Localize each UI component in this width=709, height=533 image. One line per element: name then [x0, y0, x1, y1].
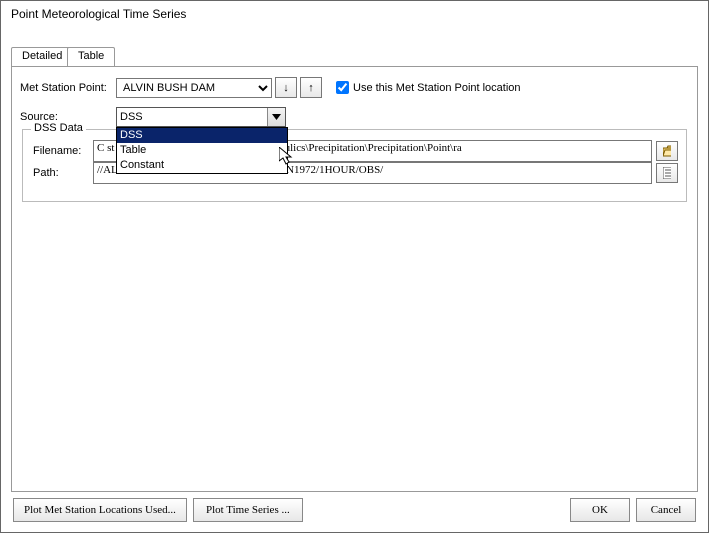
source-select-list[interactable]: DSS Table Constant: [116, 127, 288, 174]
source-select-button[interactable]: [267, 108, 285, 126]
ok-button[interactable]: OK: [570, 498, 630, 522]
dialog-button-bar: Plot Met Station Locations Used... Plot …: [11, 492, 698, 524]
cancel-button[interactable]: Cancel: [636, 498, 696, 522]
button-bar-spacer: [309, 498, 564, 522]
plot-time-series-button[interactable]: Plot Time Series ...: [193, 498, 303, 522]
source-option-dss[interactable]: DSS: [117, 128, 287, 143]
use-location-label: Use this Met Station Point location: [353, 82, 521, 94]
filename-label: Filename:: [33, 145, 93, 157]
station-point-label: Met Station Point:: [20, 82, 116, 94]
station-point-select[interactable]: ALVIN BUSH DAM: [116, 78, 272, 98]
client-area: Detailed Table Met Station Point: ALVIN …: [1, 47, 708, 532]
plot-locations-button[interactable]: Plot Met Station Locations Used...: [13, 498, 187, 522]
row-source: Source: DSS DSS Table Constant: [20, 107, 689, 127]
arrow-up-icon: ↑: [308, 82, 314, 94]
tab-panel-detailed: Met Station Point: ALVIN BUSH DAM ↓ ↑ Us…: [11, 66, 698, 492]
dss-data-group-title: DSS Data: [31, 122, 86, 134]
catalog-icon: [663, 167, 671, 179]
use-location-checkbox[interactable]: Use this Met Station Point location: [336, 81, 521, 94]
source-select[interactable]: DSS DSS Table Constant: [116, 107, 286, 127]
tab-strip: Detailed Table: [11, 47, 698, 67]
move-up-button[interactable]: ↑: [300, 77, 322, 98]
source-select-value: DSS: [117, 111, 267, 123]
dialog-title: Point Meteorological Time Series: [1, 1, 708, 47]
path-label: Path:: [33, 167, 93, 179]
dialog-window: Point Meteorological Time Series Detaile…: [0, 0, 709, 533]
source-option-table[interactable]: Table: [117, 143, 287, 158]
browse-path-button[interactable]: [656, 163, 678, 183]
use-location-checkbox-input[interactable]: [336, 81, 349, 94]
chevron-down-icon: [272, 114, 281, 120]
source-option-constant[interactable]: Constant: [117, 158, 287, 173]
browse-file-button[interactable]: [656, 141, 678, 161]
folder-open-icon: [663, 145, 671, 157]
row-station-point: Met Station Point: ALVIN BUSH DAM ↓ ↑ Us…: [20, 77, 689, 98]
arrow-down-icon: ↓: [283, 82, 289, 94]
move-down-button[interactable]: ↓: [275, 77, 297, 98]
